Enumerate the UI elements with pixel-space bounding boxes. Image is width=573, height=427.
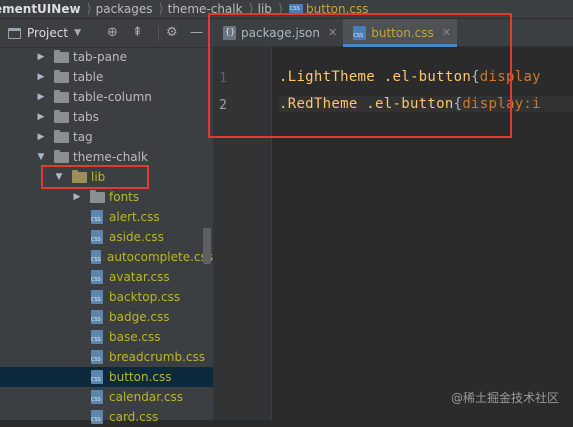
css-file-icon (91, 210, 103, 224)
tree-file-card-css[interactable]: card.css (0, 407, 213, 427)
window-icon (8, 27, 21, 39)
gear-icon[interactable]: ⚙ (166, 26, 178, 40)
chevron-right-icon[interactable]: ▶ (36, 52, 46, 62)
css-file-icon (353, 25, 367, 40)
css-file-icon (91, 410, 103, 424)
close-icon[interactable]: ✕ (328, 26, 337, 39)
tree-file-autocomplete-css[interactable]: autocomplete.css (0, 247, 213, 267)
tree-file-alert-css[interactable]: alert.css (0, 207, 213, 227)
breadcrumb-project[interactable]: ementUINew (0, 2, 81, 16)
folder-icon (54, 49, 69, 63)
tree-item-table-column[interactable]: ▶ table-column (0, 87, 213, 107)
tree-file-aside-css[interactable]: aside.css (0, 227, 213, 247)
chevron-right-icon[interactable]: ▶ (36, 72, 46, 82)
tree-item-tabs[interactable]: ▶ tabs (0, 107, 213, 127)
tree-file-base-css[interactable]: base.css (0, 327, 213, 347)
tree-file-badge-css[interactable]: badge.css (0, 307, 213, 327)
hide-icon[interactable]: — (190, 26, 203, 40)
folder-icon (54, 129, 69, 143)
tree-item-tag[interactable]: ▶ tag (0, 127, 213, 147)
project-view-selector[interactable]: Project (27, 26, 68, 40)
chevron-down-icon[interactable]: ▼ (36, 152, 46, 162)
chevron-right-icon[interactable]: ▶ (36, 132, 46, 142)
tree-item-theme-chalk[interactable]: ▼ theme-chalk (0, 147, 213, 167)
tab-package-json[interactable]: package.json ✕ (213, 19, 343, 46)
breadcrumb-packages[interactable]: packages (96, 2, 153, 16)
breadcrumb: ementUINew ⟩ packages ⟩ theme-chalk ⟩ li… (0, 0, 573, 19)
chevron-right-icon[interactable]: ▶ (36, 92, 46, 102)
css-file-icon (91, 370, 103, 384)
tree-file-avatar-css[interactable]: avatar.css (0, 267, 213, 287)
line-number: 1 (219, 71, 227, 86)
breadcrumb-button-css[interactable]: button.css (287, 2, 369, 16)
folder-icon (54, 69, 69, 83)
css-file-icon (91, 350, 103, 364)
tree-item-tab-pane[interactable]: ▶ tab-pane (0, 47, 213, 67)
project-panel: Project ▼ ⊕ ⇞ ⚙ — ▶ tab-pane ▶ table ▶ t… (0, 19, 214, 424)
code-line-1[interactable]: .LightTheme .el-button{display (279, 69, 541, 85)
collapse-icon[interactable]: ⇞ (132, 26, 143, 40)
tab-button-css[interactable]: button.css ✕ (343, 19, 457, 47)
chevron-down-icon[interactable]: ▼ (54, 172, 64, 182)
project-panel-header: Project ▼ ⊕ ⇞ ⚙ — (0, 19, 213, 48)
folder-icon (54, 149, 69, 163)
chevron-right-icon: ⟩ (86, 1, 92, 17)
line-number: 2 (219, 98, 227, 113)
chevron-right-icon: ⟩ (277, 1, 284, 17)
code-area[interactable]: .LightTheme .el-button{display .RedTheme… (279, 47, 573, 420)
toolbar-divider (158, 26, 159, 41)
watermark: @稀土掘金技术社区 (450, 391, 559, 405)
tree-file-backtop-css[interactable]: backtop.css (0, 287, 213, 307)
editor: package.json ✕ button.css ✕ 1 2 .LightTh… (213, 19, 573, 420)
css-file-icon (91, 330, 103, 344)
css-file-icon (91, 270, 103, 284)
folder-icon (54, 109, 69, 123)
project-tree: ▶ tab-pane ▶ table ▶ table-column ▶ tabs… (0, 47, 213, 427)
css-file-icon (91, 230, 103, 244)
css-file-icon (91, 390, 103, 404)
chevron-right-icon: ⟩ (248, 1, 254, 17)
css-file-icon (91, 250, 102, 264)
chevron-right-icon[interactable]: ▶ (72, 192, 82, 202)
line-number-gutter: 1 2 (213, 47, 272, 420)
close-icon[interactable]: ✕ (442, 26, 451, 39)
tree-file-breadcrumb-css[interactable]: breadcrumb.css (0, 347, 213, 367)
chevron-down-icon[interactable]: ▼ (74, 28, 81, 38)
tree-item-table[interactable]: ▶ table (0, 67, 213, 87)
tree-file-button-css[interactable]: button.css (0, 367, 213, 387)
chevron-right-icon: ⟩ (158, 1, 164, 17)
json-file-icon (223, 25, 236, 40)
css-file-icon (91, 290, 103, 304)
tree-item-fonts[interactable]: ▶ fonts (0, 187, 213, 207)
css-file-icon (91, 310, 103, 324)
folder-icon (90, 189, 105, 203)
tree-file-calendar-css[interactable]: calendar.css (0, 387, 213, 407)
editor-tabbar: package.json ✕ button.css ✕ (213, 19, 573, 47)
tree-scrollbar[interactable] (203, 228, 211, 264)
code-line-2[interactable]: .RedTheme .el-button{display:i (279, 96, 573, 112)
chevron-right-icon[interactable]: ▶ (36, 112, 46, 122)
folder-icon (72, 169, 87, 183)
css-file-icon (289, 3, 304, 15)
breadcrumb-theme-chalk[interactable]: theme-chalk (168, 2, 243, 16)
target-icon[interactable]: ⊕ (107, 26, 118, 40)
tree-item-lib[interactable]: ▼ lib (0, 167, 213, 187)
breadcrumb-lib[interactable]: lib (258, 2, 272, 16)
folder-icon (54, 89, 69, 103)
